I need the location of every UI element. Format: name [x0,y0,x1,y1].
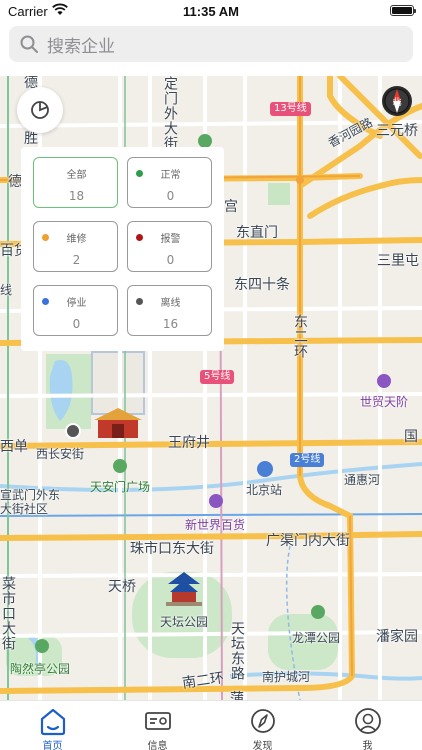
home-icon [40,708,66,736]
filter-card-offline[interactable]: 离线 16 [127,285,212,336]
tab-discover[interactable]: 发现 [210,701,315,750]
compass-north-label: 北 [392,97,401,108]
filter-card-closed[interactable]: 停业 0 [33,285,118,336]
filter-card-alarm[interactable]: 报警 0 [127,221,212,272]
battery-icon [390,5,416,16]
tab-home[interactable]: 首页 [0,701,105,750]
map-label: 定门外大街 [162,76,178,151]
map-label: 新世界百货 [185,518,246,532]
map-label: 南护城河 [262,670,311,684]
filter-card-repair[interactable]: 维修 2 [33,221,118,272]
map-label: 珠市口东大街 [130,541,214,557]
map-label: 蒲 [230,691,244,700]
map-label: 东二环 [292,314,308,359]
map-label: 东直门 [236,225,278,241]
compass-button[interactable]: 北 [381,85,413,117]
map-label: 三元桥 [376,123,418,139]
map-label: 三里屯 [377,253,419,269]
filter-label: 报警 [160,234,181,245]
road-badge: 5号线 [200,370,235,384]
map-label: 天安门广场 [90,480,151,494]
filter-count: 0 [166,253,175,267]
map-label: 东四十条 [234,277,290,293]
filter-count: 0 [166,189,175,203]
filter-card-all[interactable]: 全部 18 [33,157,118,208]
tab-label: 发现 [252,741,273,750]
tab-me[interactable]: 我 [315,701,420,750]
id-card-icon [145,712,171,730]
status-bar: Carrier 11:35 AM [0,0,422,22]
filter-count: 16 [162,317,179,331]
road-badge: 13号线 [270,102,311,116]
chart-toggle-button[interactable] [17,87,63,133]
user-icon [355,708,381,734]
filter-count: 18 [68,189,85,203]
tab-info[interactable]: 信息 [105,701,210,750]
map-label: 西单 [0,439,28,455]
map-label: 北京站 [246,483,283,497]
map-label: 西长安街 [36,447,85,461]
tab-label: 信息 [147,741,168,750]
map-label: 广渠门内大街 [266,533,350,549]
compass-icon: 北 [382,86,412,116]
map-label: 线 [0,283,13,297]
status-filter-panel: 全部 18 正常 0 维修 2 报警 0 停业 0 离线 16 [21,147,224,351]
map-label: 潘家园 [376,629,418,645]
tab-label: 首页 [42,741,63,750]
tab-label: 我 [362,741,373,750]
map-label: 天坛公园 [160,615,209,629]
filter-label: 全部 [66,170,87,181]
map-label: 宣武门外东大街社区 [0,488,61,516]
tab-bar: 首页 信息 发现 我 [0,700,422,750]
filter-card-normal[interactable]: 正常 0 [127,157,212,208]
filter-count: 2 [72,253,81,267]
filter-count: 0 [72,317,81,331]
filter-label: 停业 [66,298,87,309]
map-label: 德 [8,174,22,190]
filter-label: 离线 [160,298,181,309]
map-label: 通惠河 [344,473,381,487]
search-icon [20,35,38,53]
map-label: 天桥 [108,579,136,595]
search-bar[interactable]: 搜索企业 [9,26,413,62]
map-label: 王府井 [168,435,210,451]
map-label: 陶然亭公园 [10,662,71,676]
pie-chart-icon [31,101,49,119]
map-label: 天坛东路 [229,621,245,681]
road-badge: 2号线 [290,453,325,467]
filter-label: 正常 [160,170,181,181]
map-label: 菜市口大街 [0,576,16,651]
map-label: 国 [404,429,418,445]
map-label: 宫 [224,199,238,215]
map-label: 龙潭公园 [292,631,341,645]
compass-icon [251,709,275,733]
filter-label: 维修 [66,234,87,245]
search-input[interactable]: 搜索企业 [47,32,115,57]
clock-time: 11:35 AM [183,4,239,19]
map-label: 世贸天阶 [360,395,409,409]
